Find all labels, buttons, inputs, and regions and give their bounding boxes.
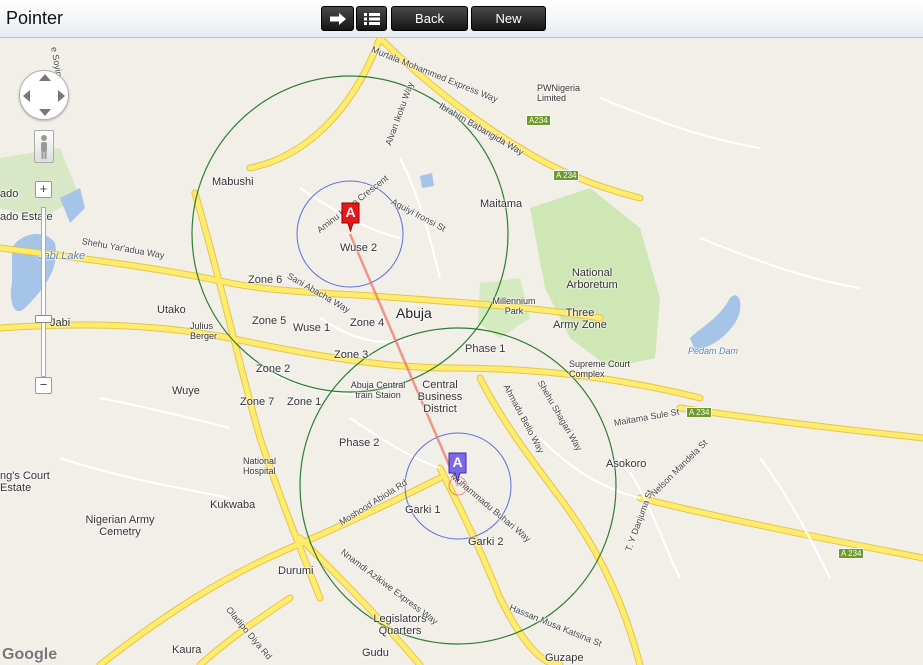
pan-control	[19, 70, 69, 120]
label-three-army-zone: Three Army Zone	[553, 307, 607, 331]
street-view-pegman-icon[interactable]	[34, 130, 54, 163]
list-button[interactable]	[356, 6, 387, 31]
label-utako: Utako	[157, 304, 186, 316]
label-wuse1: Wuse 1	[293, 322, 331, 334]
label-millennium-park: Millennium Park	[492, 296, 536, 316]
google-attribution[interactable]: Google	[2, 646, 57, 664]
label-garki1: Garki 1	[405, 504, 441, 516]
label-zone2: Zone 2	[256, 363, 291, 375]
marker-a-purple[interactable]: A	[448, 452, 467, 483]
label-zone4: Zone 4	[350, 317, 385, 329]
zoom-out-button[interactable]: −	[35, 377, 52, 394]
label-national-hospital: National Hospital	[243, 456, 277, 476]
shield-a234-3: A 234	[686, 407, 713, 418]
label-pedam-dam: Pedam Dam	[688, 346, 739, 356]
list-icon	[363, 12, 380, 25]
label-nigerian-army-cemetery: Nigerian Army Cemetry	[85, 514, 155, 538]
pan-left-icon[interactable]	[23, 90, 30, 102]
label-zone7: Zone 7	[240, 396, 275, 408]
label-abuja: Abuja	[396, 305, 432, 321]
label-julius-berger: Julius Berger	[190, 321, 218, 341]
label-jabi: Jabi	[50, 317, 71, 329]
label-phase1: Phase 1	[465, 343, 506, 355]
label-phase2: Phase 2	[339, 437, 380, 449]
label-guzape: Guzape	[545, 652, 584, 664]
marker-a-red[interactable]: A	[341, 202, 360, 233]
shield-a234-2: A 234	[553, 170, 580, 181]
label-kukwaba: Kukwaba	[210, 499, 256, 511]
label-zone5: Zone 5	[252, 315, 287, 327]
label-kaura: Kaura	[172, 644, 202, 656]
label-zone1: Zone 1	[287, 396, 322, 408]
label-ado: ado	[0, 188, 19, 200]
label-wuye: Wuye	[172, 385, 200, 397]
label-maitama: Maitama	[480, 198, 523, 210]
toolbar: Pointer Back New	[0, 0, 923, 38]
zoom-track[interactable]	[41, 207, 46, 377]
label-kings-court: ng's Court Estate	[0, 470, 50, 494]
shield-a234-4: A 234	[838, 548, 865, 559]
label-garki2: Garki 2	[468, 536, 504, 548]
shield-a234-1: A234	[526, 115, 551, 126]
pan-right-icon[interactable]	[58, 90, 65, 102]
label-durumi: Durumi	[278, 565, 314, 577]
pan-up-icon[interactable]	[39, 74, 51, 81]
pan-down-icon[interactable]	[39, 109, 51, 116]
label-cbd: Central Business District	[417, 379, 463, 415]
label-mabushi: Mabushi	[212, 176, 254, 188]
label-zone6: Zone 6	[248, 274, 283, 286]
map-canvas[interactable]: Abuja Wuse 2 Maitama Mabushi Zone 6 Zone…	[0, 38, 923, 665]
back-button[interactable]: Back	[391, 6, 468, 31]
marker-letter: A	[345, 204, 356, 220]
new-button[interactable]: New	[471, 6, 546, 31]
app-title: Pointer	[6, 8, 64, 28]
forward-button[interactable]	[321, 6, 354, 31]
label-abuja-central-station: Abuja Central train Staion	[350, 380, 406, 400]
label-wuse2: Wuse 2	[340, 242, 378, 254]
arrow-right-icon	[329, 12, 346, 25]
label-supreme-court: Supreme Court Complex	[569, 359, 631, 379]
zoom-in-button[interactable]: +	[35, 181, 52, 198]
label-asokoro: Asokoro	[606, 458, 647, 470]
map-base-layer	[0, 38, 923, 665]
marker-letter: A	[452, 454, 463, 470]
label-zone3: Zone 3	[334, 349, 369, 361]
label-gudu: Gudu	[362, 647, 389, 659]
label-national-arboretum: National Arboretum	[566, 267, 618, 291]
label-pwnigeria: PWNigeria Limited	[537, 83, 581, 103]
zoom-slider-thumb[interactable]	[35, 315, 52, 323]
